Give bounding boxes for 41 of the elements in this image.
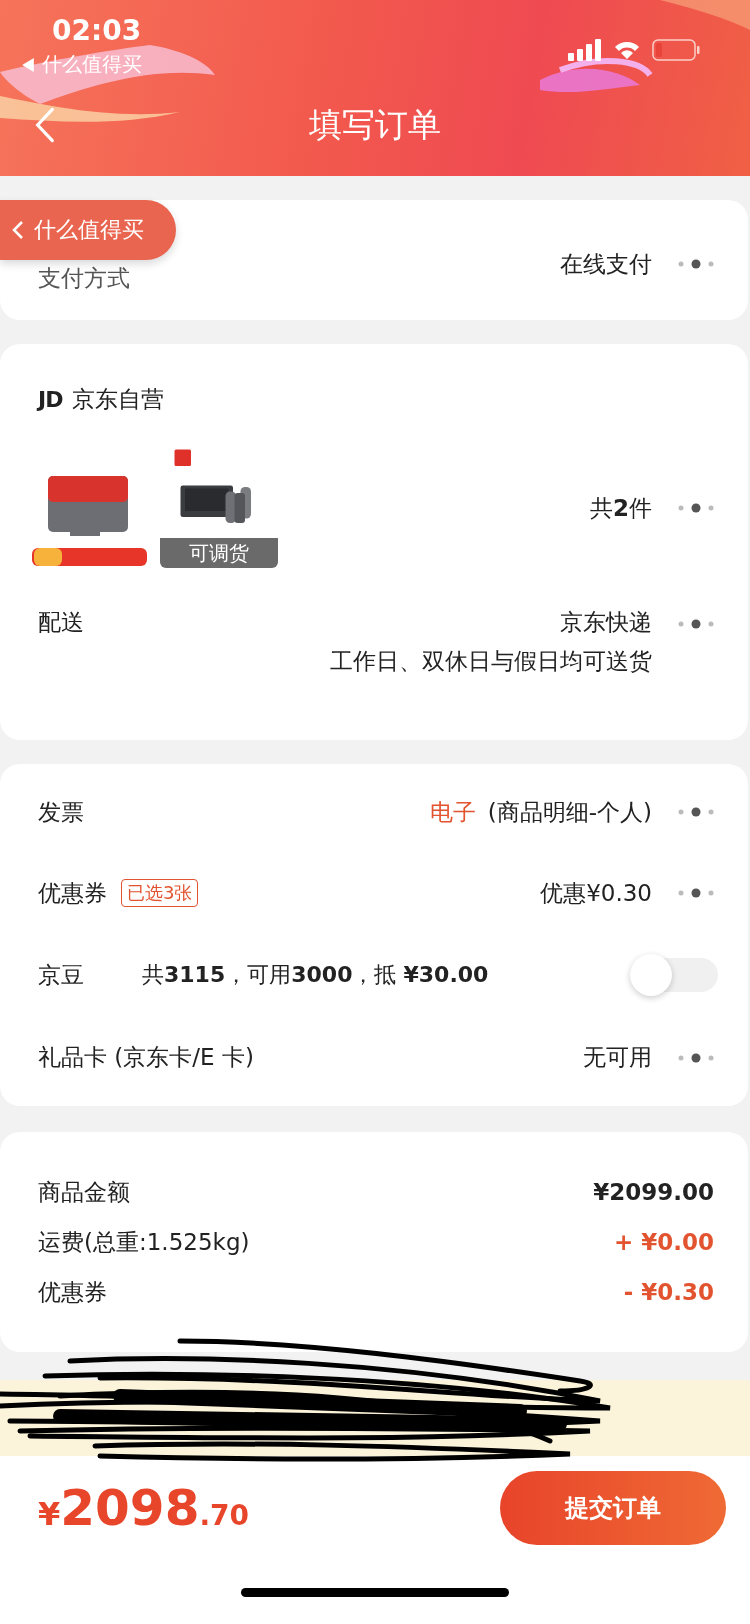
coupon-tag: 已选3张 bbox=[121, 879, 199, 908]
option-value[interactable]: 优惠¥0.30 bbox=[540, 877, 652, 909]
stock-tag: 可调货 bbox=[160, 538, 278, 568]
option-value[interactable]: (商品明细-个人) bbox=[487, 796, 652, 828]
delivery-label: 配送 bbox=[38, 608, 84, 637]
beans-detail: 共3115，可用3000，抵 ¥30.00 bbox=[142, 961, 489, 990]
item-count[interactable]: 共2件 bbox=[590, 492, 652, 524]
summary-label: 商品金额 bbox=[38, 1177, 130, 1207]
option-label: 礼品卡 (京东卡/E 卡) bbox=[38, 1043, 254, 1073]
more-icon[interactable] bbox=[678, 1052, 714, 1063]
option-label: 优惠券 bbox=[38, 878, 107, 908]
wifi-icon bbox=[614, 40, 640, 60]
summary-amount: + ¥0.00 bbox=[613, 1229, 714, 1255]
back-triangle-icon[interactable] bbox=[22, 57, 34, 72]
back-icon[interactable] bbox=[34, 106, 56, 144]
option-label: 发票 bbox=[38, 797, 84, 827]
payment-value[interactable]: 在线支付 bbox=[560, 248, 652, 280]
shop-name: 京东自营 bbox=[72, 385, 165, 414]
more-icon[interactable] bbox=[678, 619, 714, 629]
summary-label: 优惠券 bbox=[38, 1277, 107, 1307]
submit-order-button[interactable]: 提交订单 bbox=[500, 1471, 726, 1545]
summary-amount: - ¥0.30 bbox=[623, 1279, 714, 1305]
payment-label: 支付方式 bbox=[38, 264, 130, 293]
more-icon[interactable] bbox=[678, 888, 714, 899]
chevron-icon[interactable] bbox=[12, 220, 24, 240]
more-icon[interactable] bbox=[678, 807, 714, 818]
invoice-type[interactable]: 电子 bbox=[429, 796, 476, 828]
page-title: 填写订单 bbox=[309, 103, 441, 146]
battery-icon bbox=[652, 39, 700, 61]
option-value[interactable]: 无可用 bbox=[583, 1042, 652, 1074]
summary-amount: ¥2099.00 bbox=[593, 1179, 714, 1205]
summary-label: 运费(总重:1.525kg) bbox=[38, 1227, 250, 1257]
more-icon[interactable] bbox=[678, 259, 714, 269]
more-icon[interactable] bbox=[678, 503, 714, 513]
shop-logo: JD bbox=[38, 387, 63, 412]
signal-icon bbox=[568, 39, 602, 61]
delivery-value[interactable]: 京东快递 bbox=[560, 607, 652, 638]
status-time: 02:03 bbox=[51, 14, 142, 47]
delivery-note: 工作日、双休日与假日均可送货 bbox=[330, 647, 652, 676]
option-label: 京豆 bbox=[38, 960, 84, 990]
total-price: ¥2098.70 bbox=[38, 1479, 250, 1537]
